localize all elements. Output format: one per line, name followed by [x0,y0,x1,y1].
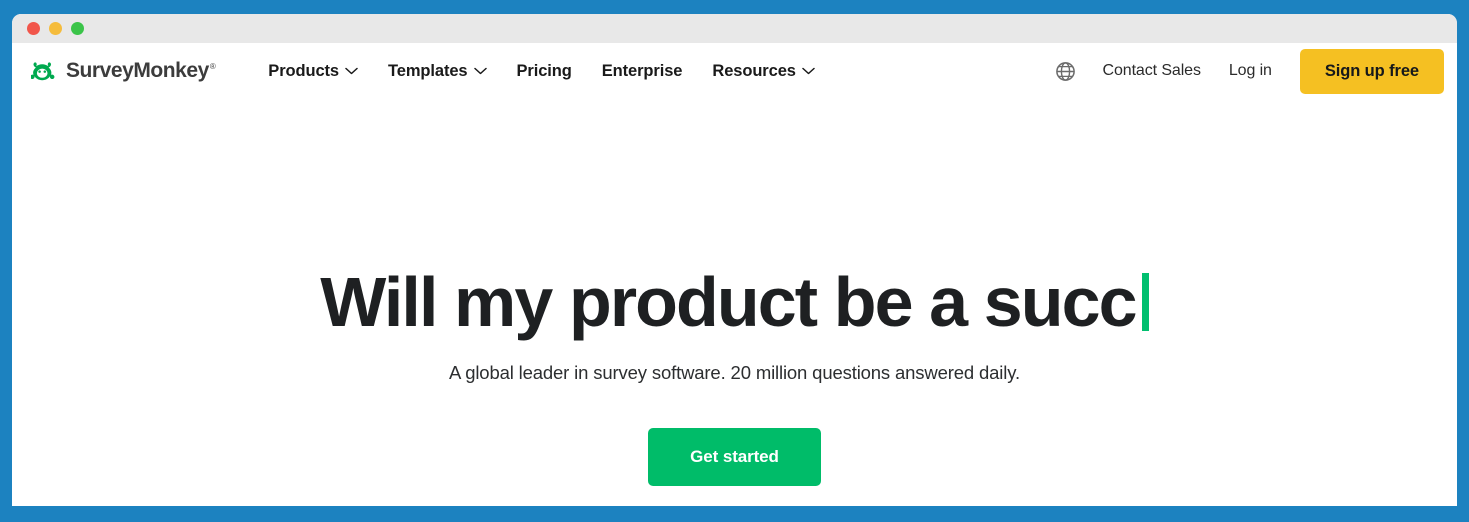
brand-trademark: ® [209,62,216,71]
nav-item-enterprise[interactable]: Enterprise [587,56,698,87]
hero-cta-container: Get started [12,428,1457,487]
hero-section: Will my product be a succ A global leade… [12,99,1457,487]
hero-headline-typed-text: Will my product be a succ [320,263,1137,341]
primary-navigation: Products Templates Pricing Enterprise Re… [253,56,830,87]
page-content: SurveyMonkey® Products Templates Pricing… [12,43,1457,506]
nav-item-label: Enterprise [601,61,683,80]
chevron-down-icon [345,67,358,75]
nav-item-pricing[interactable]: Pricing [502,56,587,87]
site-header-nav: SurveyMonkey® Products Templates Pricing… [12,43,1457,99]
close-window-button[interactable] [27,22,40,35]
nav-item-products[interactable]: Products [253,56,373,87]
login-link[interactable]: Log in [1215,55,1286,87]
nav-item-label: Templates [388,61,468,80]
brand-name-label: SurveyMonkey [66,59,209,82]
typing-caret [1141,273,1149,332]
hero-headline: Will my product be a succ [12,265,1457,339]
get-started-button[interactable]: Get started [648,428,821,487]
minimize-window-button[interactable] [49,22,62,35]
surveymonkey-logo-link[interactable]: SurveyMonkey® [22,59,216,83]
globe-icon [1056,61,1075,81]
nav-item-label: Pricing [516,61,572,80]
chevron-down-icon [473,67,487,75]
browser-window: SurveyMonkey® Products Templates Pricing… [12,14,1457,506]
window-title-bar [12,14,1457,43]
nav-item-label: Products [268,61,340,80]
contact-sales-link[interactable]: Contact Sales [1089,55,1215,87]
language-selector-button[interactable] [1049,54,1083,88]
sign-up-free-button[interactable]: Sign up free [1299,48,1444,94]
hero-subtitle: A global leader in survey software. 20 m… [449,362,1020,384]
nav-item-resources[interactable]: Resources [697,56,829,87]
nav-item-templates[interactable]: Templates [373,56,502,87]
nav-item-label: Resources [712,61,796,80]
chevron-down-icon [802,67,815,75]
secondary-navigation: Contact Sales Log in Sign up free [1049,48,1444,94]
surveymonkey-monkey-icon [31,61,55,80]
maximize-window-button[interactable] [71,22,84,35]
brand-name-text: SurveyMonkey® [66,59,216,83]
